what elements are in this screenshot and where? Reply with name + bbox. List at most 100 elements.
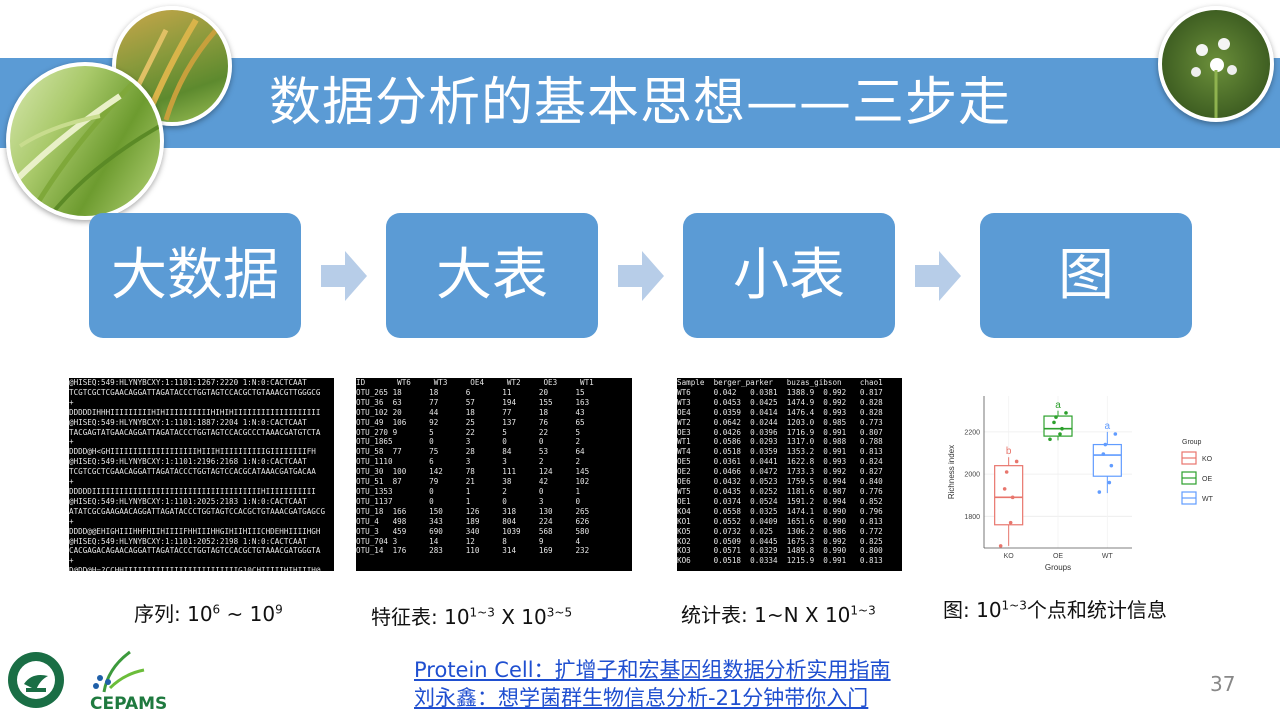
stats-table-row: KO4 0.0558 0.0325 1474.1 0.990 0.796: [677, 506, 883, 516]
data-point: [1113, 432, 1118, 436]
richness-boxplot: 1800 2000 2200 KO OE WT Groups Richness index b a…: [947, 396, 1214, 572]
otu-table-header: ID WT6 WT3 OE4 WT2 OE3 WT1: [356, 378, 594, 387]
caption-sequence: 序列: 106 ~ 109: [134, 602, 283, 626]
data-point: [1008, 520, 1013, 525]
y-tick-label: 1800: [964, 514, 980, 521]
box-ko: [994, 465, 1024, 526]
data-point: [1097, 490, 1102, 494]
box-oe: [1043, 415, 1073, 437]
fastq-line: DDDDDIIIIIIIIIIIIIIIIIIIIIIIIIIIIIIIIIII…: [69, 486, 316, 496]
stats-table-row: KO1 0.0552 0.0409 1651.6 0.990 0.813: [677, 516, 883, 526]
fastq-line: DDDDDIHHHIIIIIIIIIHIHIIIIIIIIIIHIHIHIIII…: [69, 407, 321, 417]
fastq-line: @HISEQ:549:HLYNYBCXY:1:1101:1887:2204 1:…: [69, 417, 307, 427]
stats-table-row: OE3 0.0426 0.0396 1716.9 0.991 0.807: [677, 427, 883, 437]
legend-label: KO: [1202, 456, 1213, 463]
data-point: [998, 544, 1003, 548]
step-small-table: 小表: [683, 213, 895, 338]
significance-letter: b: [1006, 446, 1012, 457]
data-point: [1052, 420, 1056, 425]
fastq-line: +: [69, 556, 74, 566]
otu-table-row: OTU_36 63 77 57 194 155 163: [356, 397, 590, 407]
legend-label: OE: [1202, 476, 1212, 483]
fastq-line: DDDD@H<GHIIIIIIIIIIIIIIIIIIIHIIIHIIIIIII…: [69, 447, 316, 457]
y-tick-label: 2200: [964, 429, 980, 436]
stats-table-row: OE4 0.0359 0.0414 1476.4 0.993 0.828: [677, 407, 883, 417]
otu-table-row: OTU_4 498 343 189 804 224 626: [356, 516, 590, 526]
data-point: [1064, 411, 1068, 415]
cepams-logo: CEPAMS: [84, 648, 168, 714]
significance-letter: a: [1055, 400, 1061, 411]
wheat-photo-large: [6, 62, 164, 220]
step-figure: 图: [980, 213, 1192, 338]
step-big-data: 大数据: [89, 213, 301, 338]
stats-table-row: KO6 0.0518 0.0334 1215.9 0.991 0.813: [677, 556, 883, 566]
arrow-right-icon: [618, 251, 664, 301]
otu-table-row: OTU_58 77 75 28 84 53 64: [356, 447, 585, 457]
stats-table-row: WT2 0.0642 0.0244 1203.0 0.985 0.773: [677, 417, 883, 427]
otu-table-row: OTU_14 176 283 110 314 169 232: [356, 546, 590, 556]
otu-table-row: OTU_270 9 5 22 5 22 5: [356, 427, 581, 437]
fastq-line: @HISEQ:549:HLYNYBCXY:1:1101:1267:2220 1:…: [69, 378, 307, 387]
significance-letter: a: [1105, 421, 1111, 432]
otu-table-row: OTU_1137 0 1 0 3 0: [356, 496, 581, 506]
fastq-line: +: [69, 516, 74, 526]
x-tick-label: OE: [1053, 553, 1063, 560]
caption-stats-table: 统计表: 1~N X 101~3: [681, 603, 876, 627]
y-tick-label: 2000: [964, 472, 980, 479]
cau-logo-icon: [8, 652, 64, 708]
x-tick-label: KO: [1004, 553, 1015, 560]
arabidopsis-photo: [1158, 6, 1274, 122]
otu-feature-table-panel: ID WT6 WT3 OE4 WT2 OE3 WT1 OTU_265 18 18 …: [356, 378, 632, 571]
fastq-line: +: [69, 437, 74, 447]
fastq-line: TCGTCGCTCGAACAGGATTAGATACCCTGGTAGTCCACGC…: [69, 387, 321, 397]
stats-table-row: WT5 0.0435 0.0252 1181.6 0.987 0.776: [677, 486, 883, 496]
caption-figure: 图: 101~3个点和统计信息: [943, 598, 1167, 622]
data-point: [1058, 432, 1062, 436]
alpha-stats-table-panel: Sample berger_parker buzas_gibson chao1 W…: [677, 378, 902, 571]
cepams-leaf-icon: [93, 650, 145, 693]
otu-table-row: OTU_265 18 18 6 11 20 15: [356, 387, 585, 397]
stats-table-row: KO2 0.0509 0.0445 1675.3 0.992 0.825: [677, 536, 883, 546]
fastq-line: +: [69, 397, 74, 407]
stats-table-row: WT1 0.0586 0.0293 1317.0 0.988 0.788: [677, 437, 883, 447]
otu-table-row: OTU_102 20 44 18 77 18 43: [356, 407, 585, 417]
step-big-table: 大表: [386, 213, 598, 338]
fastq-line: @HISEQ:549:HLYNYBCXY:1:1101:2025:2183 1:…: [69, 496, 307, 506]
stats-table-row: OE1 0.0374 0.0524 1591.2 0.994 0.852: [677, 496, 883, 506]
otu-table-row: OTU_704 3 14 12 8 9 4: [356, 536, 581, 546]
arrow-right-icon: [321, 251, 367, 301]
stats-table-row: WT3 0.0453 0.0425 1474.9 0.992 0.828: [677, 397, 883, 407]
x-tick-label: WT: [1102, 553, 1114, 560]
stats-table-row: OE2 0.0466 0.0472 1733.3 0.992 0.827: [677, 467, 883, 477]
stats-table-row: KO5 0.0732 0.025 1306.2 0.986 0.772: [677, 526, 883, 536]
data-point: [1048, 437, 1052, 442]
fastq-line: CACGAGACAGAACAGGATTAGATACCCTGGTAGTCCACGC…: [69, 546, 321, 556]
data-point: [1101, 452, 1106, 456]
stats-table-row: OE6 0.0432 0.0523 1759.5 0.994 0.840: [677, 477, 883, 487]
fastq-line: TCGTCGCTCGAACAGGATTAGATACCCTGGTAGTCCACGC…: [69, 467, 316, 477]
fastq-line: +: [69, 477, 74, 487]
otu-table-row: OTU_49 106 92 25 137 76 65: [356, 417, 585, 427]
cepams-wordmark: CEPAMS: [90, 694, 168, 714]
fastq-line: DDDD@@EHIGHIIIHHFHIIHIIIIFHHIIIHHGIHIIHI…: [69, 526, 321, 536]
fastq-line: @HISEQ:549:HLYNYBCXY:1:1101:2052:2198 1:…: [69, 536, 307, 546]
fastq-line: @HISEQ:549:HLYNYBCXY:1:1101:2196:2168 1:…: [69, 457, 307, 467]
otu-table-row: OTU_51 87 79 21 38 42 102: [356, 477, 590, 487]
otu-table-row: OTU_30 100 142 78 111 124 145: [356, 467, 590, 477]
caption-feature-table: 特征表: 101~3 X 103~5: [371, 605, 573, 629]
stats-table-row: KO3 0.0571 0.0329 1489.8 0.990 0.800: [677, 546, 883, 556]
reference-link-liu-yongxin[interactable]: 刘永鑫：想学菌群生物信息分析-21分钟带你入门: [414, 684, 891, 712]
otu-table-row: OTU_18 166 150 126 318 130 265: [356, 506, 590, 516]
data-point: [1060, 426, 1064, 431]
stats-table-header: Sample berger_parker buzas_gibson chao1: [677, 378, 883, 387]
data-point: [1014, 459, 1019, 464]
otu-table-row: OTU_3 459 690 340 1039 568 580: [356, 526, 590, 536]
otu-table-row: OTU_1353 0 1 2 0 1: [356, 486, 581, 496]
reference-link-protein-cell[interactable]: Protein Cell：扩增子和宏基因组数据分析实用指南: [414, 656, 891, 684]
wheat-stalk-graphic: [10, 74, 160, 216]
data-point: [1103, 442, 1108, 447]
arrow-right-icon: [915, 251, 961, 301]
data-point: [1107, 480, 1112, 485]
legend-title: Group: [1182, 439, 1202, 446]
box-wt: [1092, 443, 1122, 477]
